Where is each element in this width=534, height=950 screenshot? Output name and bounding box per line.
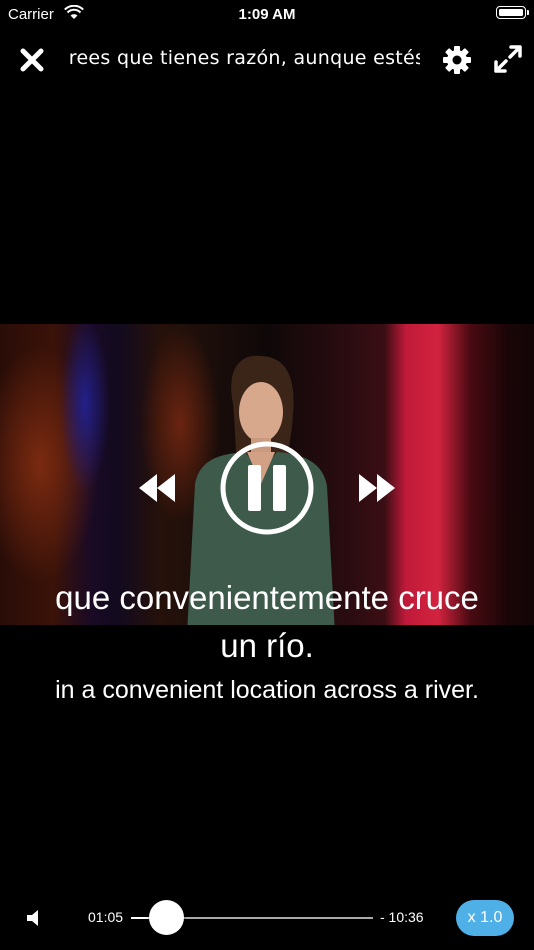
playback-bar: 01:05 - 10:36 x 1.0 [0,890,534,946]
spanish-subtitle: que convenientemente cruce un río. [0,574,534,670]
speed-button[interactable]: x 1.0 [456,900,514,936]
english-subtitle: in a convenient location across a river. [55,676,479,704]
fast-forward-icon[interactable] [357,472,397,504]
battery-icon [496,6,529,19]
pause-icon[interactable] [220,441,314,535]
spanish-subtitle-line-2: un río. [220,627,314,664]
status-bar: Carrier 1:09 AM [0,0,534,28]
remaining-time: - 10:36 [380,909,424,925]
marquee-text: crees que tienes razón, aunque estés eq [70,47,420,69]
subtitle-marquee: crees que tienes razón, aunque estés eq [70,46,420,74]
rewind-icon[interactable] [137,472,177,504]
expand-icon[interactable] [493,44,523,74]
top-bar: crees que tienes razón, aunque estés eq [0,36,534,82]
elapsed-time: 01:05 [88,909,124,925]
gear-icon[interactable] [441,44,473,76]
volume-icon[interactable] [24,907,46,929]
status-time: 1:09 AM [238,6,296,23]
progress-thumb[interactable] [149,900,184,935]
close-icon[interactable] [18,46,46,74]
spanish-subtitle-line-1: que convenientemente cruce [55,579,479,616]
